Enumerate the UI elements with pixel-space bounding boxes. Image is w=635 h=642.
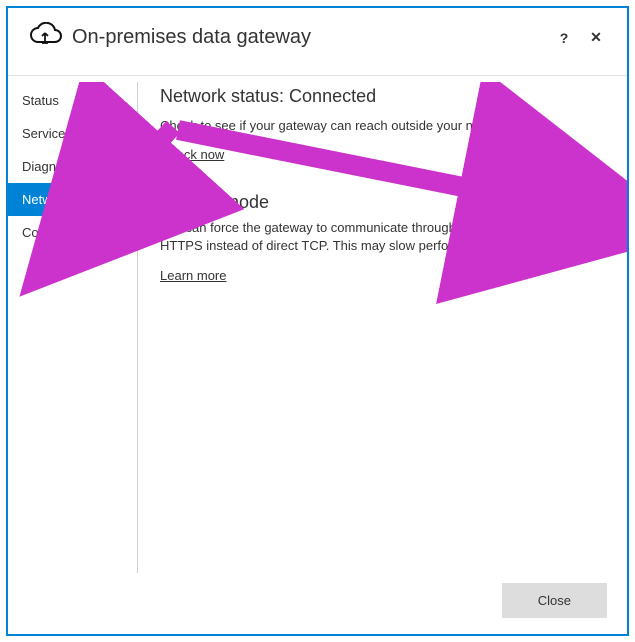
window-close-button[interactable]: ✕ bbox=[585, 29, 607, 46]
sidebar-item-diagnostics[interactable]: Diagnostics bbox=[8, 150, 137, 183]
title-bar: On-premises data gateway ? ✕ bbox=[8, 8, 627, 61]
network-status-heading: Network status: Connected bbox=[160, 86, 605, 107]
network-status-desc: Check to see if your gateway can reach o… bbox=[160, 117, 605, 135]
https-mode-toggle[interactable] bbox=[565, 193, 605, 213]
https-mode-desc: You can force the gateway to communicate… bbox=[160, 219, 605, 255]
https-mode-heading: HTTPS mode bbox=[160, 192, 269, 213]
sidebar-item-label: Service Settings bbox=[22, 126, 116, 141]
sidebar-item-label: Status bbox=[22, 93, 59, 108]
check-now-link[interactable]: Check now bbox=[160, 147, 224, 162]
learn-more-link[interactable]: Learn more bbox=[160, 268, 226, 283]
app-title: On-premises data gateway bbox=[72, 26, 311, 49]
footer: Close bbox=[8, 573, 627, 634]
sidebar-item-network[interactable]: Network bbox=[8, 183, 137, 216]
sidebar-item-label: Connectors bbox=[22, 225, 88, 240]
divider bbox=[8, 75, 627, 76]
sidebar-item-connectors[interactable]: Connectors bbox=[8, 216, 137, 249]
sidebar-item-label: Network bbox=[22, 192, 70, 207]
status-value: Connected bbox=[289, 86, 376, 106]
status-prefix: Network status: bbox=[160, 86, 289, 106]
cloud-icon bbox=[28, 22, 62, 53]
https-section: HTTPS mode You can force the gateway to … bbox=[160, 192, 605, 282]
help-button[interactable]: ? bbox=[553, 30, 575, 46]
sidebar-item-label: Diagnostics bbox=[22, 159, 89, 174]
close-button[interactable]: Close bbox=[502, 583, 607, 618]
sidebar-item-service-settings[interactable]: Service Settings bbox=[8, 117, 137, 150]
sidebar-item-status[interactable]: Status bbox=[8, 84, 137, 117]
content-panel: Network status: Connected Check to see i… bbox=[138, 82, 627, 573]
sidebar: Status Service Settings Diagnostics Netw… bbox=[8, 82, 138, 573]
body: Status Service Settings Diagnostics Netw… bbox=[8, 82, 627, 573]
window: On-premises data gateway ? ✕ Status Serv… bbox=[6, 6, 629, 636]
